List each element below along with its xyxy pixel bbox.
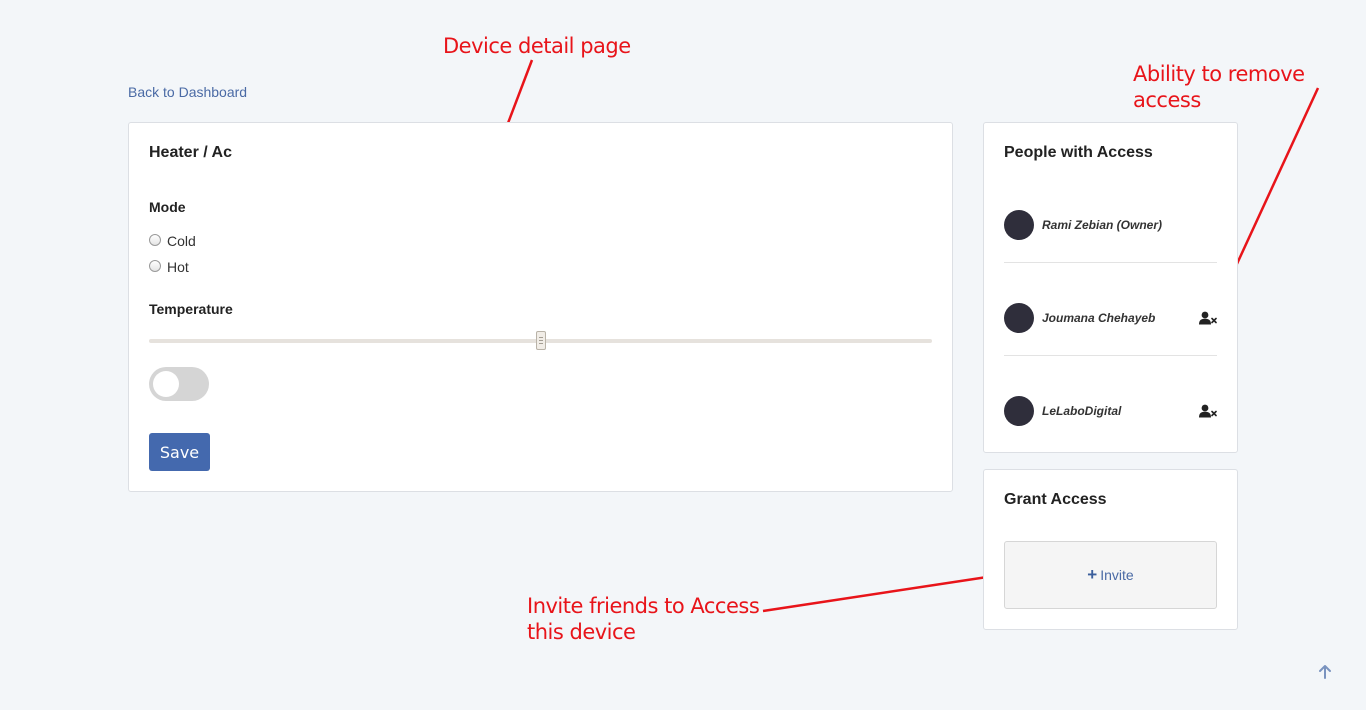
person-row: Joumana Chehayeb [1004, 302, 1217, 334]
person-name: LeLaboDigital [1042, 404, 1122, 418]
mode-option-hot-label: Hot [167, 259, 189, 275]
toggle-knob [153, 371, 179, 397]
invite-button[interactable]: + Invite [1004, 541, 1217, 609]
temperature-label: Temperature [149, 301, 233, 317]
device-title: Heater / Ac [149, 144, 232, 161]
mode-option-cold[interactable]: Cold [149, 233, 196, 249]
radio-hot[interactable] [149, 260, 161, 272]
grant-access-title: Grant Access [1004, 491, 1107, 508]
remove-user-icon[interactable] [1199, 404, 1217, 418]
person-row: Rami Zebian (Owner) [1004, 209, 1217, 241]
invite-label: Invite [1100, 567, 1134, 583]
plus-icon: + [1087, 565, 1098, 584]
radio-cold[interactable] [149, 234, 161, 246]
person-name: Rami Zebian (Owner) [1042, 218, 1163, 232]
annotation-remove-access: Ability to remove access [1133, 62, 1305, 112]
save-button[interactable]: Save [149, 433, 210, 471]
temperature-slider-handle[interactable] [536, 331, 546, 350]
grant-access-card: Grant Access + Invite [983, 469, 1238, 630]
arrow-device-detail [503, 59, 534, 133]
avatar [1004, 396, 1034, 426]
annotation-invite-line1: Invite friends to Access [527, 594, 760, 618]
person-row: LeLaboDigital [1004, 395, 1217, 427]
device-detail-card: Heater / Ac Mode Cold Hot Temperature Sa… [128, 122, 953, 492]
scroll-to-top-icon[interactable] [1317, 664, 1333, 680]
arrow-invite [762, 570, 1009, 613]
mode-option-hot[interactable]: Hot [149, 259, 189, 275]
divider [1004, 262, 1217, 263]
remove-user-icon[interactable] [1199, 311, 1217, 325]
back-to-dashboard-link[interactable]: Back to Dashboard [128, 84, 247, 100]
avatar [1004, 303, 1034, 333]
mode-label: Mode [149, 199, 186, 215]
people-access-title: People with Access [1004, 144, 1153, 161]
power-toggle[interactable] [149, 367, 209, 401]
people-with-access-card: People with Access Rami Zebian (Owner) J… [983, 122, 1238, 453]
annotation-device-detail: Device detail page [443, 34, 631, 58]
avatar [1004, 210, 1034, 240]
annotation-invite-line2: this device [527, 620, 636, 644]
divider [1004, 355, 1217, 356]
mode-option-cold-label: Cold [167, 233, 196, 249]
person-name: Joumana Chehayeb [1042, 311, 1156, 325]
